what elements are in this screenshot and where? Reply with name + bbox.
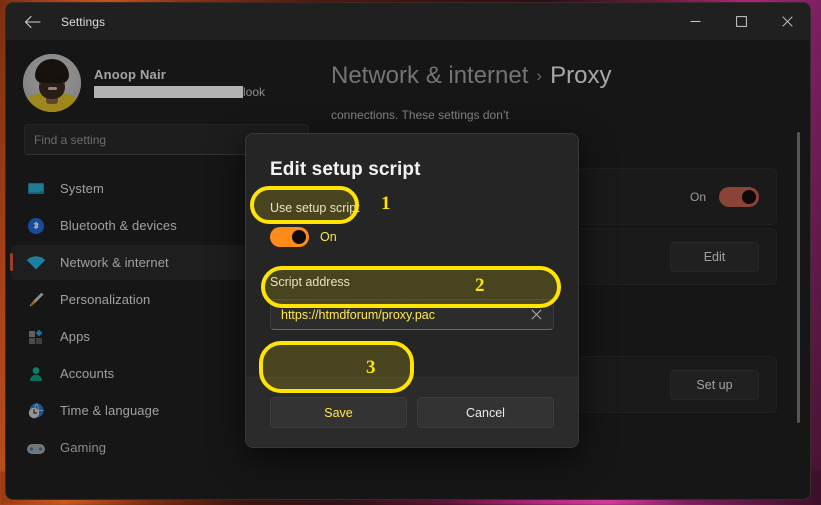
window-body: Anoop Nair look Find a setting System Bl… — [6, 40, 810, 499]
edit-setup-script-dialog: Edit setup script Use setup script On Sc… — [245, 133, 579, 448]
script-address-label: Script address — [270, 275, 350, 289]
back-button[interactable] — [15, 7, 49, 37]
use-setup-script-toggle[interactable] — [270, 227, 309, 247]
cancel-button[interactable]: Cancel — [417, 397, 554, 428]
script-address-value: https://htmdforum/proxy.pac — [281, 307, 435, 322]
use-setup-script-toggle-row: On — [270, 226, 554, 248]
use-setup-script-state: On — [320, 230, 337, 244]
script-address-input[interactable]: https://htmdforum/proxy.pac — [270, 299, 554, 330]
save-button[interactable]: Save — [270, 397, 407, 428]
minimize-button[interactable] — [672, 3, 718, 40]
maximize-button[interactable] — [718, 3, 764, 40]
dialog-title: Edit setup script — [270, 159, 421, 180]
close-x-icon[interactable] — [525, 304, 547, 326]
app-title: Settings — [61, 14, 106, 29]
settings-window: Settings Anoop Nair look Find a setting … — [5, 2, 811, 500]
title-bar: Settings — [6, 3, 810, 40]
dialog-footer: Save Cancel — [246, 377, 578, 447]
close-button[interactable] — [764, 3, 810, 40]
window-controls — [672, 3, 810, 40]
use-setup-script-label: Use setup script — [270, 201, 360, 215]
dialog-body: Edit setup script Use setup script On Sc… — [246, 134, 578, 377]
